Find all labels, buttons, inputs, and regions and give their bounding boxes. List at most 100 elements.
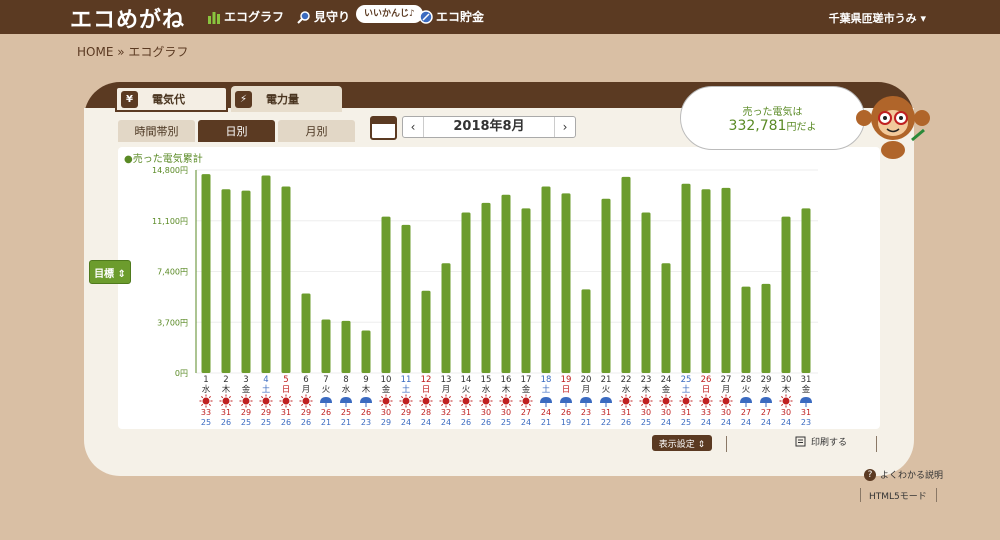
sun-ray <box>448 396 451 399</box>
sun-ray <box>208 396 211 399</box>
x-day-label: 29 <box>761 375 772 385</box>
low-temp-label: 24 <box>661 418 671 427</box>
prev-month-button[interactable]: ‹ <box>403 120 423 134</box>
tab-electricity-amount-label: 電力量 <box>266 93 299 106</box>
nav-eco-savings-label: エコ貯金 <box>436 10 485 24</box>
sun-ray <box>648 396 651 399</box>
low-temp-label: 26 <box>461 418 471 427</box>
nav-eco-savings[interactable]: エコ貯金 <box>419 8 484 25</box>
low-temp-label: 24 <box>521 418 531 427</box>
high-temp-label: 31 <box>461 408 471 417</box>
sun-ray <box>481 403 484 406</box>
sun-ray <box>521 403 524 406</box>
umbrella-icon <box>340 397 352 403</box>
x-day-label: 26 <box>701 375 712 385</box>
sun-ray <box>521 396 524 399</box>
user-menu[interactable]: 千葉県匝瑳市うみ ▾ <box>829 10 926 26</box>
help-link[interactable]: ? よくわかる説明 <box>864 468 943 481</box>
x-weekday-label: 日 <box>282 385 291 395</box>
sun-ray <box>388 396 391 399</box>
low-temp-label: 26 <box>301 418 311 427</box>
nav-mimamori-label: 見守り <box>314 10 351 24</box>
sun-icon <box>662 397 670 405</box>
low-temp-label: 26 <box>481 418 491 427</box>
sun-ray <box>208 403 211 406</box>
bar-day-11 <box>401 224 411 373</box>
low-temp-label: 25 <box>681 418 691 427</box>
x-day-label: 7 <box>323 375 328 385</box>
app-logo[interactable]: エコめがね <box>70 2 185 34</box>
sun-icon <box>642 397 650 405</box>
status-pill: いいかんじ♪ <box>356 5 423 23</box>
sun-ray <box>301 403 304 406</box>
tab-electricity-amount[interactable]: ⚡ 電力量 <box>231 86 342 112</box>
bar-day-15 <box>481 202 491 373</box>
sun-ray <box>621 403 624 406</box>
sun-ray <box>241 403 244 406</box>
bar-day-18 <box>541 186 551 373</box>
bar-day-5 <box>281 186 291 373</box>
low-temp-label: 25 <box>501 418 511 427</box>
sun-ray <box>301 396 304 399</box>
calendar-icon[interactable] <box>370 116 397 140</box>
high-temp-label: 27 <box>761 408 771 417</box>
help-icon: ? <box>864 468 876 481</box>
high-temp-label: 30 <box>641 408 651 417</box>
subtab-daily[interactable]: 日別 <box>198 120 275 142</box>
sun-ray <box>468 396 471 399</box>
sun-icon <box>282 397 290 405</box>
x-day-label: 31 <box>801 375 812 385</box>
umbrella-icon <box>560 397 572 403</box>
sun-ray <box>401 403 404 406</box>
nav-eco-graph[interactable]: エコグラフ <box>207 8 284 25</box>
umbrella-icon <box>580 397 592 403</box>
sun-icon <box>702 397 710 405</box>
x-weekday-label: 日 <box>422 385 431 395</box>
tab-electricity-cost[interactable]: ¥ 電気代 <box>115 86 228 112</box>
bar-day-24 <box>661 263 671 373</box>
low-temp-label: 24 <box>781 418 791 427</box>
nav-mimamori[interactable]: 見守り <box>297 8 350 25</box>
breadcrumb[interactable]: HOME » エコグラフ <box>77 43 188 60</box>
x-day-label: 25 <box>681 375 692 385</box>
daily-bar-chart: 0円3,700円7,400円11,100円14,800円1水33252木3126… <box>152 166 818 427</box>
x-weekday-label: 木 <box>782 384 791 395</box>
x-weekday-label: 月 <box>302 385 311 395</box>
low-temp-label: 24 <box>721 418 731 427</box>
x-day-label: 18 <box>541 375 552 385</box>
y-tick-label: 0円 <box>175 369 188 378</box>
x-day-label: 27 <box>721 375 732 385</box>
sun-ray <box>421 396 424 399</box>
low-temp-label: 25 <box>241 418 251 427</box>
high-temp-label: 29 <box>401 408 411 417</box>
html5-mode-link[interactable]: HTML5モード <box>869 489 927 502</box>
subtab-monthly[interactable]: 月別 <box>278 120 355 142</box>
bar-day-8 <box>341 320 351 373</box>
y-tick-label: 7,400円 <box>157 268 188 277</box>
bubble-suffix: 円だよ <box>786 122 817 133</box>
sun-ray <box>441 396 444 399</box>
x-day-label: 23 <box>641 375 652 385</box>
sun-ray <box>488 403 491 406</box>
low-temp-label: 22 <box>601 418 611 427</box>
sun-ray <box>781 396 784 399</box>
sun-icon <box>382 397 390 405</box>
sun-ray <box>441 403 444 406</box>
bar-day-28 <box>741 286 751 373</box>
sun-ray <box>241 396 244 399</box>
x-weekday-label: 水 <box>342 384 351 395</box>
sun-ray <box>681 396 684 399</box>
low-temp-label: 21 <box>321 418 331 427</box>
low-temp-label: 24 <box>401 418 411 427</box>
subtab-hourly[interactable]: 時間帯別 <box>118 120 195 142</box>
sun-ray <box>501 403 504 406</box>
high-temp-label: 23 <box>581 408 591 417</box>
display-settings-select[interactable]: 表示設定 ⇕ <box>652 435 712 451</box>
sun-icon <box>402 397 410 405</box>
sun-ray <box>648 403 651 406</box>
sun-ray <box>261 403 264 406</box>
x-day-label: 8 <box>343 375 348 385</box>
printer-icon <box>795 436 806 447</box>
print-button[interactable]: 印刷する <box>795 435 847 448</box>
next-month-button[interactable]: › <box>555 120 575 134</box>
